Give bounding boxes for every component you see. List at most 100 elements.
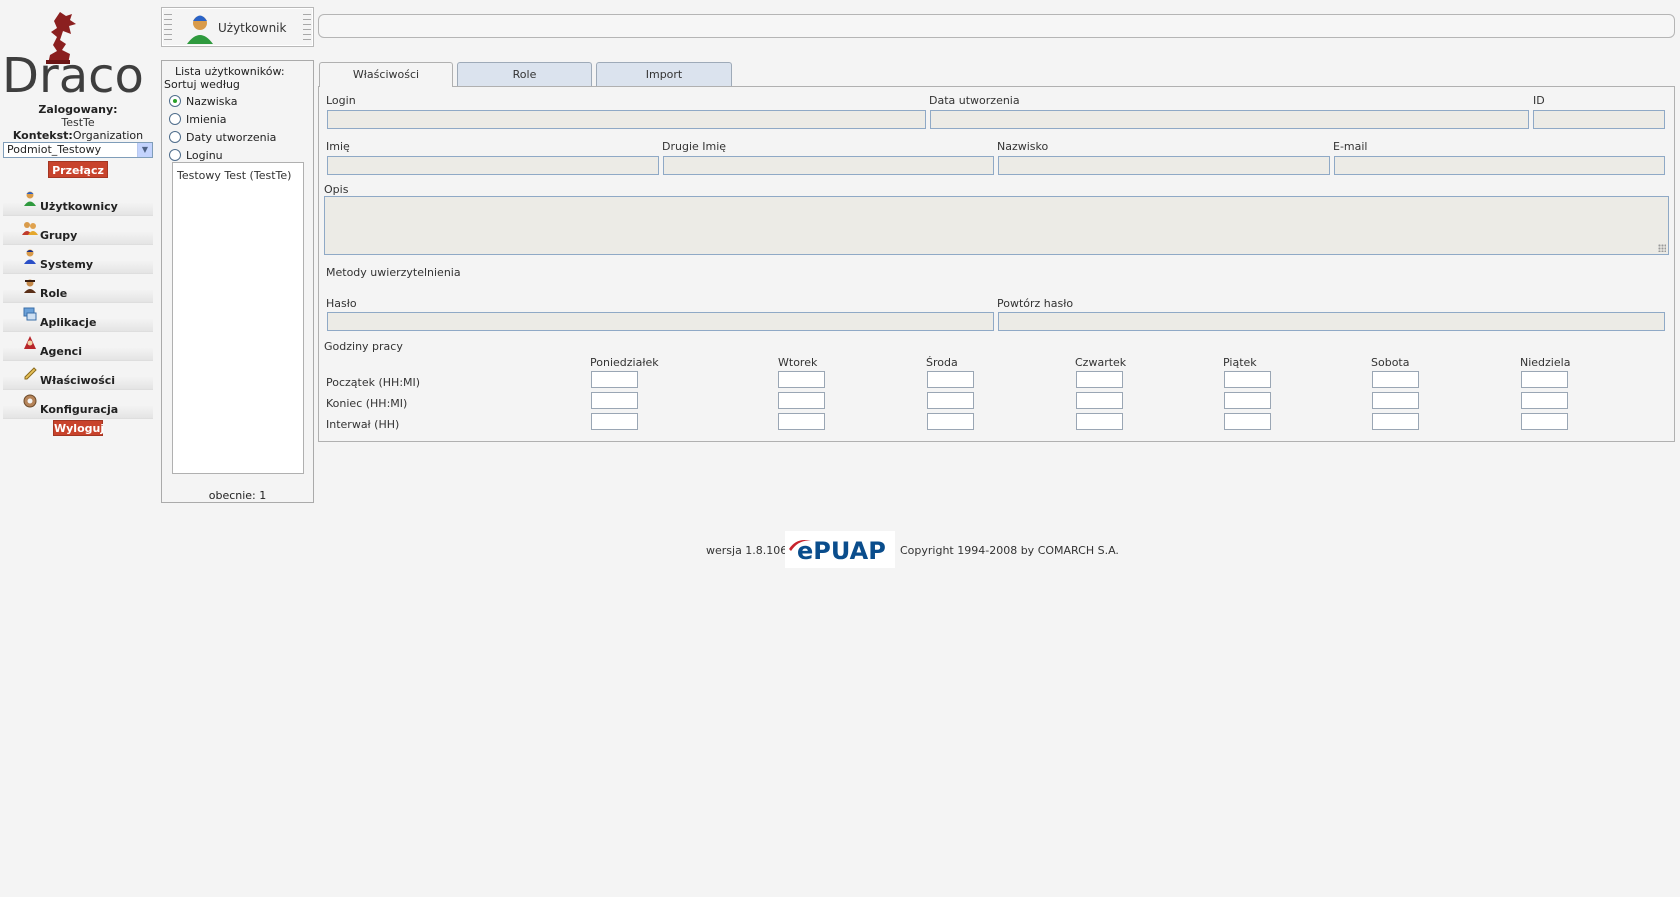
start-thursday-input[interactable] <box>1076 371 1123 388</box>
user-listbox[interactable]: Testowy Test (TestTe) <box>172 162 304 474</box>
nav-item-agents[interactable]: Agenci <box>3 336 153 361</box>
end-thursday-input[interactable] <box>1076 392 1123 409</box>
start-friday-input[interactable] <box>1224 371 1271 388</box>
first-name-field[interactable] <box>327 156 659 175</box>
nav-item-users[interactable]: Użytkownicy <box>3 191 153 216</box>
nav-label: Role <box>40 287 68 300</box>
user-icon <box>24 191 36 206</box>
list-item[interactable]: Testowy Test (TestTe) <box>173 163 303 182</box>
epuap-logo[interactable]: ePUAP <box>785 531 895 568</box>
nav-label: Użytkownicy <box>40 200 118 213</box>
search-input[interactable] <box>318 14 1675 38</box>
nav-label: Właściwości <box>40 374 116 387</box>
interval-thursday-input[interactable] <box>1076 413 1123 430</box>
middle-name-label: Drugie Imię <box>662 140 727 153</box>
user-avatar-icon <box>187 15 213 44</box>
logged-in-label: Zalogowany: <box>38 103 118 116</box>
start-wednesday-input[interactable] <box>927 371 974 388</box>
email-label: E-mail <box>1333 140 1368 153</box>
radio-label: Imienia <box>186 113 227 126</box>
day-header-sunday: Niedziela <box>1520 356 1571 369</box>
radio-icon[interactable] <box>169 149 181 161</box>
logout-button[interactable]: Wyloguj <box>53 420 104 436</box>
drag-grip-left[interactable] <box>164 10 172 44</box>
nav-label: Konfiguracja <box>40 403 119 416</box>
hours-row-label-start: Początek (HH:MI) <box>326 376 421 389</box>
day-header-monday: Poniedziałek <box>590 356 659 369</box>
sort-option-first-name[interactable]: Imienia <box>169 113 227 126</box>
nav-label: Agenci <box>40 345 82 358</box>
tab-roles[interactable]: Role <box>457 62 592 86</box>
login-field[interactable] <box>327 110 926 129</box>
email-field[interactable] <box>1334 156 1665 175</box>
password-field[interactable] <box>327 312 994 331</box>
radio-icon[interactable] <box>169 131 181 143</box>
login-label: Login <box>326 94 356 107</box>
nav-label: Systemy <box>40 258 93 271</box>
properties-icon <box>24 367 37 380</box>
radio-label: Loginu <box>186 149 223 162</box>
end-wednesday-input[interactable] <box>927 392 974 409</box>
sort-label: Sortuj według <box>164 78 240 91</box>
start-saturday-input[interactable] <box>1372 371 1419 388</box>
day-header-thursday: Czwartek <box>1075 356 1127 369</box>
nav-label: Grupy <box>40 229 78 242</box>
nav-item-configuration[interactable]: Konfiguracja <box>3 394 153 419</box>
end-friday-input[interactable] <box>1224 392 1271 409</box>
day-header-tuesday: Wtorek <box>778 356 818 369</box>
last-name-field[interactable] <box>998 156 1330 175</box>
sort-option-login[interactable]: Loginu <box>169 149 223 162</box>
sort-option-last-name[interactable]: Nazwiska <box>169 95 237 108</box>
nav-item-properties[interactable]: Właściwości <box>3 367 153 390</box>
interval-monday-input[interactable] <box>591 413 638 430</box>
app-logo: Draco <box>2 48 144 104</box>
radio-label: Daty utworzenia <box>186 131 277 144</box>
resize-handle-icon[interactable] <box>1658 244 1666 252</box>
interval-saturday-input[interactable] <box>1372 413 1419 430</box>
start-tuesday-input[interactable] <box>778 371 825 388</box>
nav-item-groups[interactable]: Grupy <box>3 222 153 245</box>
section-header: Użytkownik <box>161 7 314 47</box>
id-field[interactable] <box>1533 110 1665 129</box>
password-label: Hasło <box>326 297 357 310</box>
interval-friday-input[interactable] <box>1224 413 1271 430</box>
interval-wednesday-input[interactable] <box>927 413 974 430</box>
nav-item-systems[interactable]: Systemy <box>3 249 153 274</box>
start-sunday-input[interactable] <box>1521 371 1568 388</box>
agent-icon <box>24 336 36 349</box>
end-sunday-input[interactable] <box>1521 392 1568 409</box>
version-text: wersja 1.8.106 <box>706 544 788 557</box>
start-monday-input[interactable] <box>591 371 638 388</box>
system-icon <box>24 249 36 264</box>
context-line: Kontekst:Organization <box>0 129 156 142</box>
end-tuesday-input[interactable] <box>778 392 825 409</box>
chevron-down-icon[interactable]: ▼ <box>137 143 152 157</box>
id-label: ID <box>1533 94 1545 107</box>
context-value: Organization <box>72 129 144 142</box>
role-icon <box>24 279 36 293</box>
end-monday-input[interactable] <box>591 392 638 409</box>
created-date-label: Data utworzenia <box>929 94 1020 107</box>
context-label: Kontekst: <box>12 129 73 142</box>
sort-option-created-date[interactable]: Daty utworzenia <box>169 131 276 144</box>
created-date-field[interactable] <box>930 110 1529 129</box>
day-header-wednesday: Środa <box>926 356 958 369</box>
radio-checked-icon[interactable] <box>169 95 181 107</box>
switch-button[interactable]: Przełącz <box>48 161 108 178</box>
interval-sunday-input[interactable] <box>1521 413 1568 430</box>
work-hours-label: Godziny pracy <box>324 340 403 353</box>
configuration-icon <box>23 394 37 408</box>
entity-select[interactable]: Podmiot_Testowy ▼ <box>3 142 153 158</box>
tab-properties[interactable]: Właściwości <box>319 62 453 87</box>
tab-import[interactable]: Import <box>596 62 732 86</box>
description-textarea[interactable] <box>324 196 1669 255</box>
nav-item-applications[interactable]: Aplikacje <box>3 307 153 332</box>
middle-name-field[interactable] <box>663 156 994 175</box>
repeat-password-field[interactable] <box>998 312 1665 331</box>
interval-tuesday-input[interactable] <box>778 413 825 430</box>
radio-icon[interactable] <box>169 113 181 125</box>
nav-label: Aplikacje <box>40 316 97 329</box>
drag-grip-right[interactable] <box>303 10 311 44</box>
nav-item-roles[interactable]: Role <box>3 279 153 303</box>
end-saturday-input[interactable] <box>1372 392 1419 409</box>
